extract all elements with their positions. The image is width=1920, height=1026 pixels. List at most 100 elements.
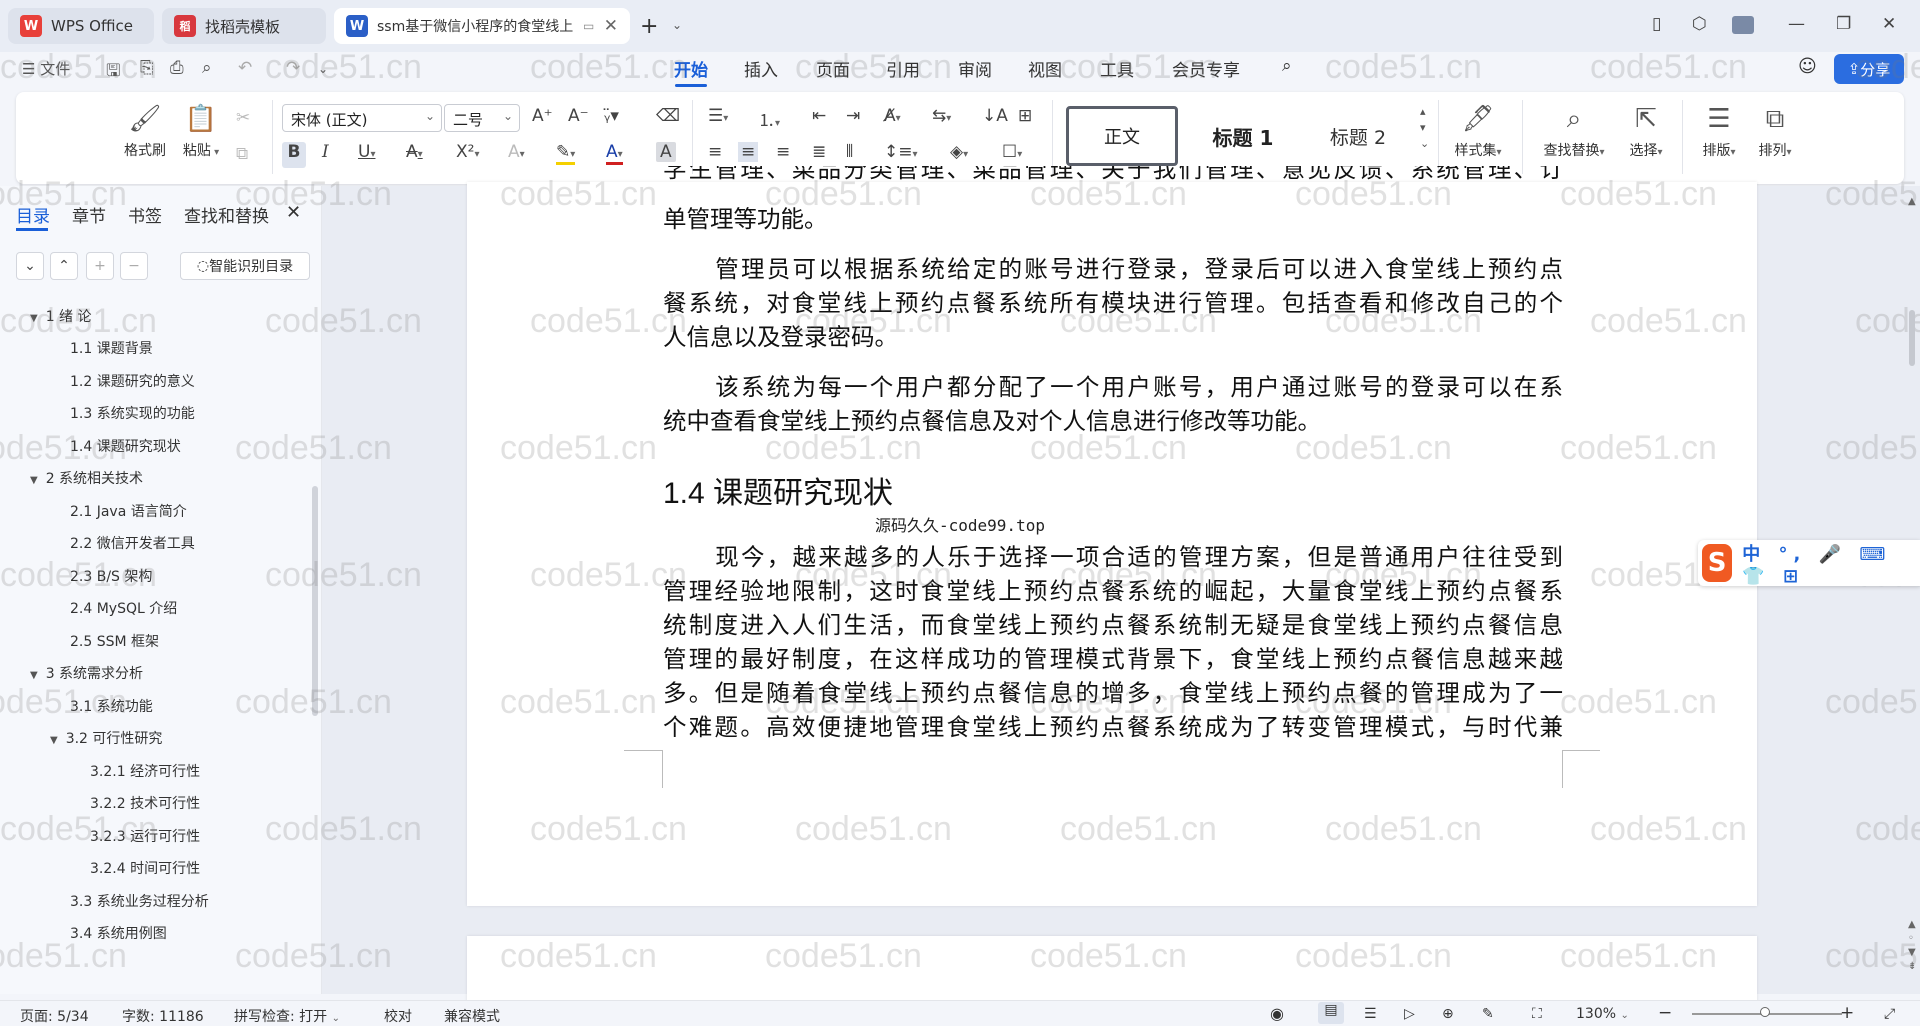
toc-item[interactable]: 1.3 系统实现的功能 — [70, 403, 195, 423]
proofread[interactable]: 校对 — [384, 1006, 412, 1026]
zoom-out-icon[interactable]: − — [1658, 1003, 1672, 1023]
nav-tab-bookmarks[interactable]: 书签 — [128, 202, 162, 227]
sidebar-layout-icon[interactable]: ▯ — [1652, 14, 1661, 34]
nav-tab-toc[interactable]: 目录 — [16, 202, 50, 227]
bullet-list-icon[interactable]: ☰▾ — [708, 106, 728, 126]
word-count[interactable]: 字数: 11186 — [122, 1006, 204, 1026]
quick-access-chevron-icon[interactable]: ⌄ — [318, 62, 328, 76]
zoom-level[interactable]: 130% ⌄ — [1576, 1006, 1629, 1022]
close-tab-icon[interactable]: ✕ — [604, 16, 618, 36]
arrange-button[interactable]: ⧉ 排列▾ — [1750, 104, 1800, 160]
save-icon[interactable]: 🖫 — [106, 58, 120, 87]
cube-icon[interactable]: ⬡ — [1692, 14, 1707, 34]
align-center-icon[interactable]: ≡ — [738, 142, 759, 162]
new-tab-icon[interactable]: + — [640, 14, 658, 39]
print-icon[interactable]: ⎙ — [170, 58, 184, 78]
page-count[interactable]: 页面: 5/34 — [20, 1006, 89, 1026]
increase-indent-icon[interactable]: ⇥ — [846, 106, 860, 126]
font-size-select[interactable]: 二号 ⌄ — [444, 104, 520, 132]
char-shading-icon[interactable]: A — [656, 142, 676, 162]
remove-heading-icon[interactable]: − — [120, 252, 148, 280]
toc-item[interactable]: 1.4 课题研究现状 — [70, 436, 181, 456]
menu-member[interactable]: 会员专享 — [1172, 56, 1240, 81]
line-spacing-icon[interactable]: ↕≡▾ — [884, 142, 918, 162]
toc-item[interactable]: 3.2.1 经济可行性 — [90, 761, 200, 781]
play-icon[interactable]: ▷ — [1404, 1006, 1415, 1022]
cut-icon[interactable]: ✂ — [236, 108, 250, 128]
toc-item[interactable]: 1.2 课题研究的意义 — [70, 371, 195, 391]
zoom-in-icon[interactable]: + — [1840, 1003, 1854, 1023]
underline-icon[interactable]: U▾ — [358, 142, 375, 162]
toc-item[interactable]: 3.2.4 时间可行性 — [90, 858, 200, 878]
smart-toc-button[interactable]: ◌ 智能识别目录 — [180, 252, 310, 280]
paste-button[interactable]: 📋 粘贴 ▾ — [178, 104, 224, 160]
style-heading-1[interactable]: 标题 1 — [1190, 106, 1296, 166]
superscript-icon[interactable]: X²▾ — [456, 142, 480, 162]
restore-icon[interactable]: ❐ — [1836, 14, 1851, 34]
tab-window-icon[interactable]: ▭ — [583, 19, 594, 33]
highlight-icon[interactable]: ✎▾ — [556, 142, 576, 165]
line-sort-icon[interactable]: ⇆▾ — [932, 106, 951, 126]
vertical-scrollbar[interactable]: ▲ ▲ ◦ ▼ ⇟ — [1904, 190, 1920, 990]
sort-icon[interactable]: ↓A — [982, 106, 1008, 126]
justify-icon[interactable]: ≣ — [812, 142, 826, 162]
style-normal[interactable]: 正文 — [1066, 106, 1178, 166]
chat-icon[interactable]: ☺ — [1798, 56, 1817, 77]
collapse-up-icon[interactable]: ⌃ — [50, 252, 78, 280]
nav-scrollbar[interactable] — [312, 486, 318, 716]
find-replace-button[interactable]: ⌕ 查找替换▾ — [1534, 104, 1614, 160]
pen-icon[interactable]: ✎ — [1482, 1006, 1494, 1022]
menu-page[interactable]: 页面 — [816, 56, 850, 81]
scroll-up-icon[interactable]: ▲ — [1908, 196, 1916, 207]
menu-view[interactable]: 视图 — [1028, 56, 1062, 81]
grow-font-icon[interactable]: A⁺ — [532, 106, 553, 126]
tab-list-chevron-icon[interactable]: ⌄ — [672, 18, 682, 32]
toc-item[interactable]: 3.2.2 技术可行性 — [90, 793, 200, 813]
outline-view-icon[interactable]: ☰ — [1364, 1006, 1377, 1022]
toc-item[interactable]: 3.3 系统业务过程分析 — [70, 891, 209, 911]
collapse-down-icon[interactable]: ⌄ — [16, 252, 44, 280]
menu-reference[interactable]: 引用 — [886, 56, 920, 81]
next-document-page[interactable] — [467, 936, 1757, 1006]
bold-icon[interactable]: B — [282, 142, 306, 168]
align-left-icon[interactable]: ≡ — [708, 142, 722, 162]
toc-item[interactable]: 3.2.3 运行可行性 — [90, 826, 200, 846]
italic-icon[interactable]: I — [322, 142, 329, 162]
page-view-icon[interactable]: ▤ — [1318, 1002, 1344, 1024]
fit-page-icon[interactable]: ⛶ — [1532, 1006, 1542, 1022]
toc-item[interactable]: ▼ 3 系统需求分析 — [30, 663, 143, 683]
style-gallery-scroll[interactable]: ▴ ▾ ⌄ — [1420, 104, 1429, 152]
toc-item[interactable]: 2.1 Java 语言简介 — [70, 501, 187, 521]
close-window-icon[interactable]: ✕ — [1882, 14, 1896, 34]
add-heading-icon[interactable]: + — [86, 252, 114, 280]
tab-template[interactable]: 稻 找稻壳模板 — [162, 8, 326, 44]
toc-item[interactable]: 3.1 系统功能 — [70, 696, 153, 716]
share-button[interactable]: ⇪ 分享 — [1834, 54, 1904, 84]
menu-insert[interactable]: 插入 — [744, 56, 778, 81]
align-right-icon[interactable]: ≡ — [776, 142, 790, 162]
select-button[interactable]: ⇱ 选择▾ — [1620, 104, 1672, 160]
scroll-thumb[interactable] — [1909, 310, 1915, 366]
export-icon[interactable]: ⎘ — [140, 58, 154, 78]
input-method-bar[interactable]: S 中 °, 🎤 ⌨ 👕 ⊞ — [1698, 540, 1920, 587]
toc-item[interactable]: 1.1 课题背景 — [70, 338, 153, 358]
toc-item[interactable]: ▼ 1 绪 论 — [30, 306, 92, 326]
layout-button[interactable]: ☰ 排版▾ — [1694, 104, 1744, 160]
copy-icon[interactable]: ⧉ — [236, 144, 248, 164]
menu-tools[interactable]: 工具 — [1100, 56, 1134, 81]
font-color-icon[interactable]: A▾ — [606, 142, 623, 165]
undo-icon[interactable]: ↶ — [238, 58, 252, 78]
eye-icon[interactable]: ◉ — [1270, 1004, 1284, 1023]
spell-check[interactable]: 拼写检查: 打开 ⌄ — [234, 1006, 340, 1026]
toc-item[interactable]: 2.4 MySQL 介绍 — [70, 598, 177, 618]
redo-icon[interactable]: ↷ — [286, 58, 300, 78]
toc-item[interactable]: 2.3 B/S 架构 — [70, 566, 152, 586]
minimize-icon[interactable]: — — [1788, 14, 1805, 34]
close-pane-icon[interactable]: ✕ — [286, 202, 301, 223]
font-name-select[interactable]: 宋体 (正文) ⌄ — [282, 104, 442, 132]
phonetic-icon[interactable]: ᵧ̈▾ — [604, 106, 619, 126]
distribute-icon[interactable]: ⫴ — [846, 142, 853, 162]
fullscreen-icon[interactable]: ⤢ — [1884, 1006, 1895, 1022]
clear-format-icon[interactable]: ⌫ — [656, 106, 680, 126]
nav-tab-chapters[interactable]: 章节 — [72, 202, 106, 227]
